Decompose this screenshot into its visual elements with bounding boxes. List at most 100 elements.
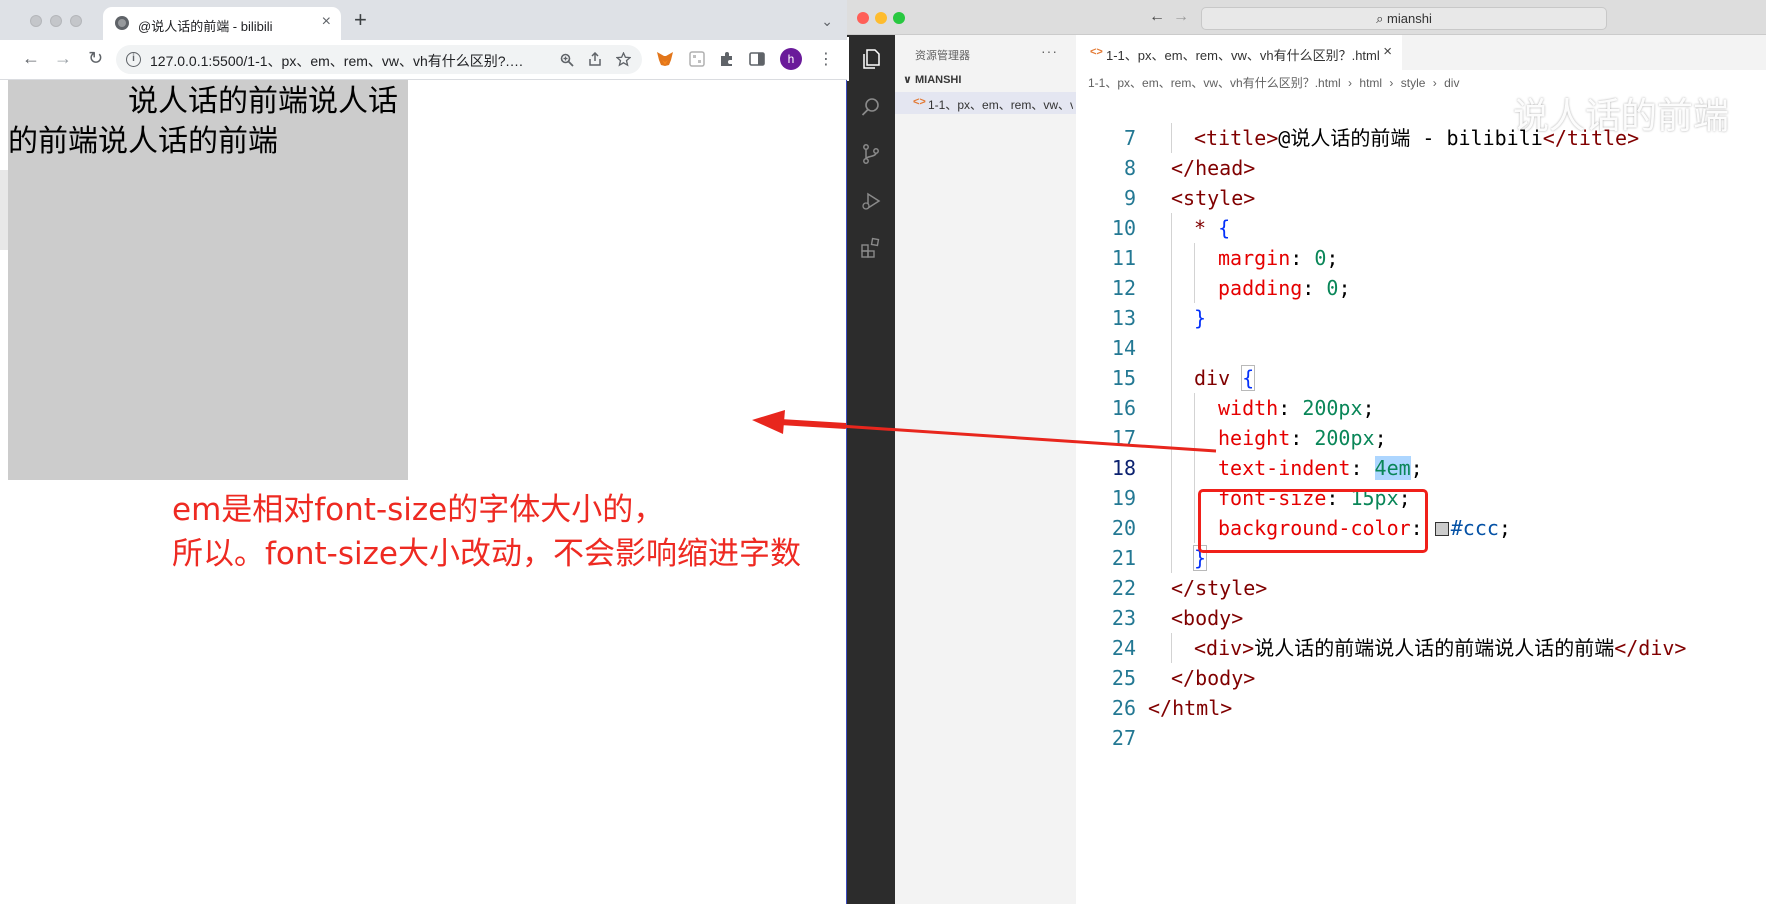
site-info-icon[interactable]: i bbox=[126, 52, 141, 67]
line-number: 7 bbox=[1123, 126, 1136, 150]
browser-tab-strip: @说人话的前端 - bilibili × + ⌄ bbox=[0, 0, 847, 40]
side-panel-icon[interactable] bbox=[748, 50, 766, 68]
code-line: 15 div { bbox=[1076, 363, 1766, 393]
run-debug-icon[interactable] bbox=[847, 179, 895, 223]
code-line: 25 </body> bbox=[1076, 663, 1766, 693]
browser-window: @说人话的前端 - bilibili × + ⌄ ← → ↻ i 127.0.0… bbox=[0, 0, 847, 904]
profile-avatar[interactable]: h bbox=[780, 48, 802, 70]
browser-tab[interactable]: @说人话的前端 - bilibili × bbox=[103, 7, 341, 40]
line-number: 21 bbox=[1111, 546, 1136, 570]
code-token: <body> bbox=[1171, 606, 1244, 630]
code-token: * bbox=[1194, 216, 1219, 240]
line-number: 14 bbox=[1111, 336, 1136, 360]
vscode-zoom-dot[interactable] bbox=[893, 12, 905, 24]
metamask-fox-icon[interactable] bbox=[656, 50, 674, 68]
command-center-search[interactable]: ⌕ mianshi bbox=[1201, 7, 1607, 30]
code-token: 0 bbox=[1326, 276, 1339, 300]
line-number: 9 bbox=[1123, 186, 1136, 210]
breadcrumb-div[interactable]: div bbox=[1444, 76, 1459, 90]
window-close-dot[interactable] bbox=[30, 15, 42, 27]
tab-title: @说人话的前端 - bilibili bbox=[138, 19, 273, 34]
zoom-icon[interactable] bbox=[560, 53, 574, 67]
tab-close-button[interactable]: × bbox=[322, 13, 331, 31]
code-line: 12 padding: 0; bbox=[1076, 273, 1766, 303]
code-line-current: 18 text-indent: 4em; bbox=[1076, 453, 1766, 483]
folder-mianshi[interactable]: ∨ MIANSHI bbox=[903, 73, 961, 86]
code-editor[interactable]: 7 <title>@说人话的前端 - bilibili</title> 8 </he… bbox=[1076, 123, 1766, 753]
globe-icon bbox=[115, 16, 129, 30]
code-line: 26 </html> bbox=[1076, 693, 1766, 723]
code-token: height bbox=[1218, 426, 1291, 450]
code-token: <div> bbox=[1194, 636, 1255, 660]
breadcrumb-html[interactable]: html bbox=[1359, 76, 1382, 90]
code-token: </style> bbox=[1171, 576, 1268, 600]
activity-bar bbox=[847, 35, 895, 904]
line-number: 20 bbox=[1111, 516, 1136, 540]
code-line: 23 <body> bbox=[1076, 603, 1766, 633]
url-text[interactable]: 127.0.0.1:5500/1-1、px、em、rem、vw、vh有什么区别?… bbox=[150, 51, 523, 71]
breadcrumb-separator: › bbox=[1348, 76, 1353, 90]
share-icon[interactable] bbox=[588, 52, 602, 67]
code-line: 16 width: 200px; bbox=[1076, 393, 1766, 423]
file-tree-item[interactable]: <> 1-1、px、em、rem、vw、vh有什么区别？.html bbox=[895, 92, 1076, 114]
browser-menu-button[interactable]: ⋮ bbox=[818, 49, 834, 69]
extensions-puzzle-icon[interactable] bbox=[718, 50, 736, 68]
code-token: </html> bbox=[1148, 696, 1233, 720]
vscode-minimize-dot[interactable] bbox=[875, 12, 887, 24]
line-number: 16 bbox=[1111, 396, 1136, 420]
code-token: { bbox=[1218, 216, 1231, 240]
search-icon[interactable] bbox=[847, 85, 895, 129]
address-bar[interactable]: i 127.0.0.1:5500/1-1、px、em、rem、vw、vh有什么区… bbox=[116, 45, 642, 74]
line-number: 17 bbox=[1111, 426, 1136, 450]
explorer-icon[interactable] bbox=[847, 37, 895, 81]
line-number: 22 bbox=[1111, 576, 1136, 600]
back-button[interactable]: ← bbox=[22, 49, 40, 67]
line-number: 18 bbox=[1111, 456, 1136, 480]
code-token: 200px bbox=[1302, 396, 1363, 420]
color-swatch[interactable] bbox=[1434, 522, 1449, 536]
code-line: 24 <div>说人话的前端说人话的前端说人话的前端</div> bbox=[1076, 633, 1766, 663]
breadcrumb-file[interactable]: 1-1、px、em、rem、vw、vh有什么区别？.html bbox=[1088, 76, 1341, 90]
editor-tab[interactable]: <> 1-1、px、em、rem、vw、vh有什么区别？.html × bbox=[1076, 35, 1402, 70]
annotation-line-1: em是相对font-size的字体大小的， bbox=[172, 492, 665, 528]
code-line: 7 <title>@说人话的前端 - bilibili</title> bbox=[1076, 123, 1766, 153]
editor-tab-close-button[interactable]: × bbox=[1383, 43, 1392, 60]
window-zoom-dot[interactable] bbox=[70, 15, 82, 27]
extension-grid-icon[interactable] bbox=[688, 50, 706, 68]
file-tree-item-label: 1-1、px、em、rem、vw、vh有什么区别？.html bbox=[928, 98, 1073, 112]
vscode-window: ← → ⌕ mianshi 资源管理器 ··· ∨ MIANSHI <> 1-1… bbox=[847, 0, 1766, 904]
line-number: 11 bbox=[1111, 246, 1136, 270]
line-number: 15 bbox=[1111, 366, 1136, 390]
bookmark-star-icon[interactable] bbox=[616, 52, 631, 67]
demo-div: 说人话的前端说人话的前端说人话的前端 bbox=[8, 80, 408, 480]
editor-back-button[interactable]: ← bbox=[1149, 8, 1165, 26]
source-control-icon[interactable] bbox=[847, 132, 895, 176]
code-line: 22 </style> bbox=[1076, 573, 1766, 603]
html-file-icon: <> bbox=[1090, 46, 1103, 58]
line-number: 24 bbox=[1111, 636, 1136, 660]
breadcrumb-separator: › bbox=[1432, 76, 1437, 90]
tab-search-icon[interactable]: ⌄ bbox=[821, 13, 833, 30]
editor-area: <> 1-1、px、em、rem、vw、vh有什么区别？.html × 1-1、… bbox=[1076, 35, 1766, 904]
code-token: #ccc bbox=[1450, 516, 1499, 540]
breadcrumb: 1-1、px、em、rem、vw、vh有什么区别？.html › html › … bbox=[1088, 74, 1463, 91]
explorer-sidebar: 资源管理器 ··· ∨ MIANSHI <> 1-1、px、em、rem、vw、… bbox=[895, 35, 1076, 904]
breadcrumb-separator: › bbox=[1389, 76, 1394, 90]
window-minimize-dot[interactable] bbox=[50, 15, 62, 27]
line-number: 27 bbox=[1111, 726, 1136, 750]
new-tab-button[interactable]: + bbox=[354, 9, 367, 31]
line-number: 8 bbox=[1123, 156, 1136, 180]
sidebar-more-button[interactable]: ··· bbox=[1041, 43, 1058, 59]
line-number: 23 bbox=[1111, 606, 1136, 630]
code-line: 27 bbox=[1076, 723, 1766, 753]
page-edge-highlight bbox=[0, 170, 8, 250]
code-token: @说人话的前端 - bilibili bbox=[1278, 126, 1543, 150]
extensions-icon[interactable] bbox=[847, 226, 895, 270]
breadcrumb-style[interactable]: style bbox=[1401, 76, 1426, 90]
vscode-close-dot[interactable] bbox=[857, 12, 869, 24]
editor-forward-button[interactable]: → bbox=[1173, 8, 1189, 26]
reload-button[interactable]: ↻ bbox=[88, 49, 103, 67]
sidebar-title: 资源管理器 bbox=[915, 50, 970, 62]
forward-button[interactable]: → bbox=[54, 49, 72, 67]
code-token: text-indent bbox=[1218, 456, 1351, 480]
